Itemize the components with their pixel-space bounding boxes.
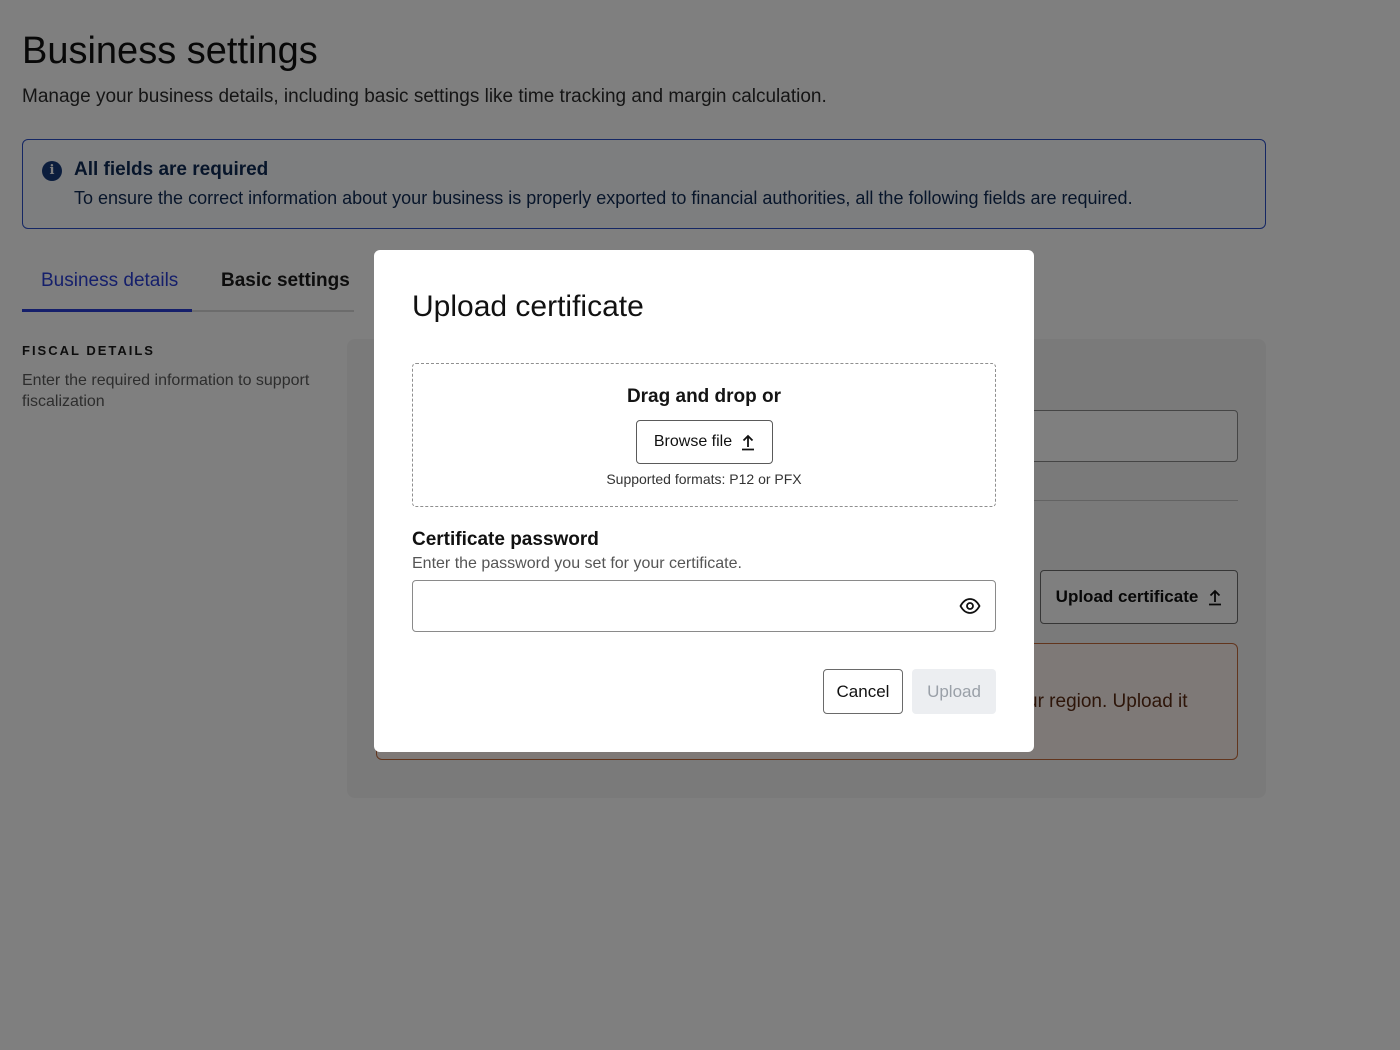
supported-formats: Supported formats: P12 or PFX xyxy=(606,471,802,487)
certificate-password-help: Enter the password you set for your cert… xyxy=(412,555,742,572)
dropzone-text: Drag and drop or xyxy=(626,386,782,407)
file-dropzone[interactable]: Drag and drop or Browse file Supported f… xyxy=(412,363,996,507)
upload-button[interactable]: Upload xyxy=(912,669,996,714)
certificate-password-input[interactable] xyxy=(425,591,945,621)
upload-certificate-modal: Upload certificate Drag and drop or Brow… xyxy=(374,250,1034,752)
certificate-password-label: Certificate password xyxy=(412,529,599,550)
browse-file-label: Browse file xyxy=(653,433,733,450)
upload-arrow-icon xyxy=(741,434,755,451)
cancel-button[interactable]: Cancel xyxy=(823,669,903,714)
browse-file-button[interactable]: Browse file xyxy=(636,420,773,464)
certificate-password-field xyxy=(412,580,996,632)
modal-title: Upload certificate xyxy=(412,290,644,323)
eye-icon[interactable] xyxy=(959,597,981,615)
